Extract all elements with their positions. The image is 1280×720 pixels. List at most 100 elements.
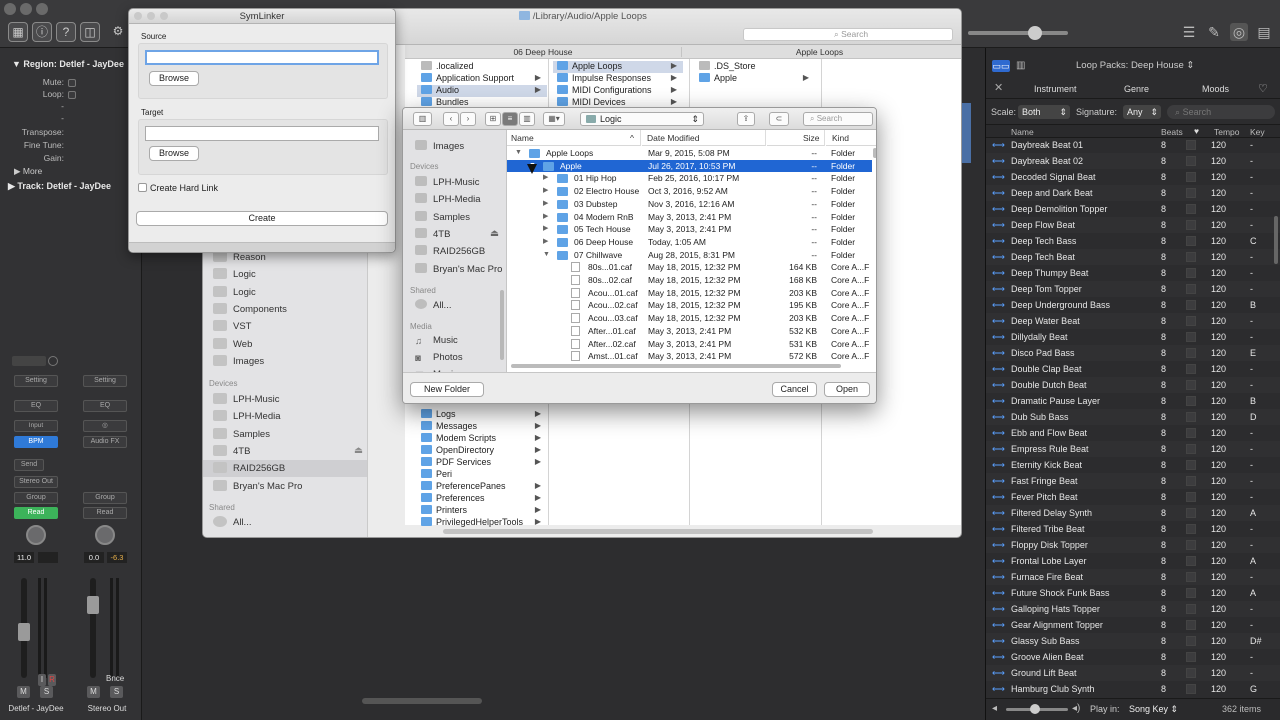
sidebar-toggle-icon[interactable]: ▥ (413, 112, 432, 126)
browsers-icon[interactable]: ▤ (1255, 23, 1273, 41)
dialog-device-samples[interactable]: Samples (415, 211, 470, 227)
list-view-icon[interactable]: ▥ (1016, 60, 1030, 72)
finder-col1-item[interactable]: .localized (417, 61, 547, 73)
disclosure-collapsed-icon[interactable]: ▶ (543, 236, 548, 249)
loop-row[interactable]: ⟷ Fever Pitch Beat 8 120 - (986, 489, 1280, 505)
signature-select[interactable]: Any ⇕ (1123, 105, 1161, 119)
zoom-window-button[interactable] (36, 3, 48, 15)
loop-checkbox[interactable] (68, 91, 76, 99)
loop-packs-menu[interactable]: Loop Packs: Deep House ⇕ (1076, 60, 1194, 71)
strip1-record-enable[interactable]: R (48, 674, 56, 686)
finder-col1-item[interactable]: PreferencePanes ▶ (417, 481, 547, 493)
open-button[interactable]: Open (824, 382, 870, 397)
loop-row[interactable]: ⟷ Deep and Dark Beat 8 120 - (986, 185, 1280, 201)
loop-row[interactable]: ⟷ Double Clap Beat 8 120 - (986, 361, 1280, 377)
favorite-checkbox[interactable] (1186, 460, 1196, 470)
loop-row[interactable]: ⟷ Frontal Lobe Layer 8 120 A (986, 553, 1280, 569)
info-icon[interactable]: ⓘ (32, 22, 52, 42)
column-header-tempo[interactable]: Tempo (1214, 127, 1240, 137)
back-button[interactable]: ‹ (443, 112, 459, 126)
loop-row[interactable]: ⟷ Dub Sub Bass 8 120 D (986, 409, 1280, 425)
create-button[interactable]: Create (136, 211, 388, 226)
favorite-checkbox[interactable] (1186, 284, 1196, 294)
strip2-link-button[interactable]: ◎ (83, 420, 127, 432)
strip1-mute-button[interactable]: M (17, 686, 30, 698)
share-icon[interactable]: ⇪ (737, 112, 755, 126)
loop-row[interactable]: ⟷ Deep Flow Beat 8 120 - (986, 217, 1280, 233)
favorite-checkbox[interactable] (1186, 636, 1196, 646)
favorite-checkbox[interactable] (1186, 540, 1196, 550)
disclosure-collapsed-icon[interactable]: ▶ (543, 223, 548, 236)
loop-row[interactable]: ⟷ Galloping Hats Topper 8 120 - (986, 601, 1280, 617)
forward-button[interactable]: › (460, 112, 476, 126)
disclosure-collapsed-icon[interactable]: ▶ (543, 198, 548, 211)
eject-icon[interactable]: ⏏ (354, 445, 363, 456)
file-row[interactable]: 80s...02.caf May 18, 2015, 12:32 PM 168 KB… (507, 274, 872, 287)
loop-row[interactable]: ⟷ Furnace Fire Beat 8 120 - (986, 569, 1280, 585)
strip2-name[interactable]: Stereo Out (72, 704, 142, 713)
finder-col2-item-apple-loops[interactable]: Apple Loops ▶ (553, 61, 683, 73)
more-disclosure[interactable]: ▶ More (14, 166, 42, 177)
disclosure-collapsed-icon[interactable]: ▶ (543, 211, 548, 224)
loop-row[interactable]: ⟷ Future Shock Funk Bass 8 120 A (986, 585, 1280, 601)
folder-row[interactable]: ▶ 01 Hip Hop Feb 25, 2016, 10:17 PM -- Folde… (507, 172, 872, 185)
favorite-checkbox[interactable] (1186, 300, 1196, 310)
loops-scrollbar[interactable] (1274, 216, 1278, 264)
finder-col3-item[interactable]: .DS_Store (695, 61, 815, 73)
sidebar-device-mac-pro[interactable]: Bryan's Mac Pro (213, 480, 302, 497)
strip2-solo-button[interactable]: S (110, 686, 123, 698)
eject-icon[interactable]: ⏏ (490, 228, 499, 239)
sidebar-item-vst[interactable]: VST (213, 320, 251, 337)
favorite-checkbox[interactable] (1186, 396, 1196, 406)
sidebar-item-web[interactable]: Web (213, 338, 252, 355)
favorite-checkbox[interactable] (1186, 140, 1196, 150)
finder-col1-item[interactable]: Application Support ▶ (417, 73, 547, 85)
folder-row[interactable]: ▶ 04 Modern RnB May 3, 2013, 2:41 PM -- Fold… (507, 211, 872, 224)
list-view-icon[interactable]: ≡ (502, 112, 518, 126)
loop-row[interactable]: ⟷ Deep Tech Bass 8 120 C (986, 233, 1280, 249)
favorite-checkbox[interactable] (1186, 476, 1196, 486)
sidebar-device-lph-media[interactable]: LPH-Media (213, 410, 281, 427)
sidebar-device-samples[interactable]: Samples (213, 428, 270, 445)
strip2-setting-button[interactable]: Setting (83, 375, 127, 387)
icon-view-icon[interactable]: ⊞ (485, 112, 501, 126)
close-window-button[interactable] (4, 3, 16, 15)
loops-view-icon[interactable]: ▭▭ (992, 60, 1010, 72)
tag-icon[interactable]: ⊂ (769, 112, 789, 126)
help-icon[interactable]: ? (56, 22, 76, 42)
favorite-checkbox[interactable] (1186, 556, 1196, 566)
strip1-bpm-plugin[interactable]: BPM (14, 436, 58, 448)
arrange-icon[interactable]: ▦▾ (543, 112, 565, 126)
favorite-checkbox[interactable] (1186, 204, 1196, 214)
favorite-checkbox[interactable] (1186, 604, 1196, 614)
loop-row[interactable]: ⟷ Glassy Sub Bass 8 120 D# (986, 633, 1280, 649)
strip2-bounce-button[interactable]: Bnce (106, 674, 124, 683)
filter-tab-genre[interactable]: Genre (1124, 84, 1149, 94)
loop-row[interactable]: ⟷ Filtered Delay Synth 8 120 A (986, 505, 1280, 521)
dialog-vertical-scrollbar[interactable] (873, 148, 876, 158)
loop-row[interactable]: ⟷ Empress Rule Beat 8 120 - (986, 441, 1280, 457)
mute-checkbox[interactable] (68, 79, 76, 87)
favorite-checkbox[interactable] (1186, 492, 1196, 502)
finder-col1-item[interactable]: Messages ▶ (417, 421, 547, 433)
favorite-checkbox[interactable] (1186, 268, 1196, 278)
file-row[interactable]: After...01.caf May 3, 2013, 2:41 PM 532 KB… (507, 325, 872, 338)
strip1-output-button[interactable]: Stereo Out (14, 476, 58, 488)
dialog-device-lph-music[interactable]: LPH-Music (415, 176, 479, 192)
finder-search-field[interactable]: ⌕ Search (743, 28, 953, 41)
favorite-checkbox[interactable] (1186, 524, 1196, 534)
sidebar-item-logic[interactable]: Logic (213, 268, 256, 285)
favorite-checkbox[interactable] (1186, 316, 1196, 326)
folder-row[interactable]: ▶ 06 Deep House Today, 1:05 AM -- Folder (507, 236, 872, 249)
source-path-field[interactable] (145, 50, 379, 65)
loop-row[interactable]: ⟷ Ebb and Flow Beat 8 120 - (986, 425, 1280, 441)
strip2-pan-knob[interactable] (95, 525, 115, 545)
loop-row[interactable]: ⟷ Deep Demolition Topper 8 120 - (986, 201, 1280, 217)
favorite-checkbox[interactable] (1186, 364, 1196, 374)
loop-row[interactable]: ⟷ Deep Tech Beat 8 120 - (986, 249, 1280, 265)
dialog-search-field[interactable]: ⌕ Search (803, 112, 873, 126)
list-editors-icon[interactable]: ☰ (1180, 23, 1198, 41)
gain-row[interactable]: Gain: (0, 153, 142, 165)
file-row[interactable]: 80s...01.caf May 18, 2015, 12:32 PM 164 KB… (507, 261, 872, 274)
column-header-date[interactable]: Date Modified (642, 130, 766, 146)
